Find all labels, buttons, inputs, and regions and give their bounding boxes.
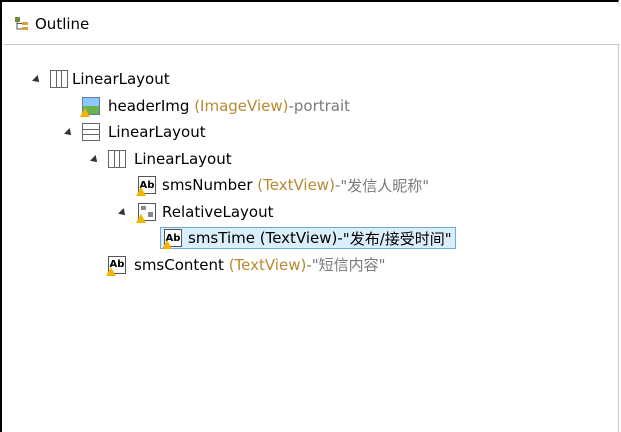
tree-node-linearlayout-inner[interactable]: LinearLayout [2, 146, 621, 173]
tree-node-smsnumber[interactable]: Ab smsNumber (TextView) - "发信人昵称" [2, 172, 621, 199]
outline-header: Outline [4, 4, 620, 45]
expand-arrow-icon[interactable] [64, 128, 74, 138]
node-name: LinearLayout [108, 123, 206, 141]
warning-icon [136, 187, 146, 196]
outline-tree[interactable]: LinearLayout headerImg (ImageView) - por… [2, 66, 621, 278]
relative-layout-icon [136, 202, 156, 223]
warning-icon [162, 240, 172, 249]
selected-node[interactable]: Ab smsTime (TextView) - "发布/接受时间" [160, 227, 456, 249]
outline-tree-icon [15, 17, 29, 31]
node-name: RelativeLayout [162, 202, 274, 221]
node-description: "短信内容" [311, 256, 386, 274]
tree-node-smstime[interactable]: Ab smsTime (TextView) - "发布/接受时间" [2, 225, 621, 252]
linear-layout-horizontal-icon [108, 149, 126, 168]
node-type: (TextView) [259, 229, 338, 247]
tree-node-smscontent[interactable]: Ab smsContent (TextView) - "短信内容" [2, 252, 621, 279]
node-description: portrait [293, 96, 351, 115]
node-name: smsNumber [162, 176, 253, 194]
expand-arrow-icon[interactable] [118, 208, 128, 218]
tree-node-linearlayout-root[interactable]: LinearLayout [2, 66, 621, 93]
node-type: (ImageView) [194, 96, 289, 115]
outline-title: Outline [35, 15, 90, 33]
warning-icon [106, 266, 116, 276]
linear-layout-vertical-icon [82, 123, 100, 141]
node-name: smsTime [188, 229, 255, 247]
node-name: LinearLayout [72, 70, 170, 88]
node-type: (TextView) [257, 176, 335, 194]
image-view-icon [80, 96, 100, 117]
expand-arrow-icon[interactable] [32, 75, 42, 85]
text-view-icon: Ab [162, 229, 182, 249]
node-description: "发信人昵称" [340, 176, 430, 195]
outline-panel: Outline LinearLayout headerImg (ImageVie… [0, 0, 621, 432]
node-name: headerImg [108, 96, 190, 115]
tree-node-linearlayout-vertical[interactable]: LinearLayout [2, 119, 621, 146]
linear-layout-horizontal-icon [50, 70, 68, 88]
node-name: smsContent [134, 255, 224, 274]
tree-node-headerimg[interactable]: headerImg (ImageView) - portrait [2, 93, 621, 120]
expand-arrow-icon[interactable] [90, 155, 100, 165]
warning-icon [80, 107, 90, 117]
node-description: "发布/接受时间" [342, 229, 452, 248]
tree-node-relativelayout[interactable]: RelativeLayout [2, 199, 621, 226]
node-type: (TextView) [228, 255, 307, 274]
text-view-icon: Ab [106, 255, 126, 276]
warning-icon [136, 213, 146, 223]
node-name: LinearLayout [134, 149, 232, 168]
text-view-icon: Ab [136, 176, 156, 196]
